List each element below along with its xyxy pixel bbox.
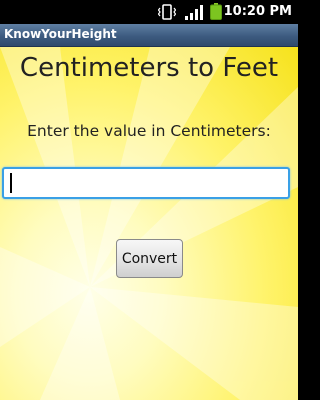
app-title-bar: KnowYourHeight [0,24,298,47]
background-rays [0,47,298,400]
app-title: KnowYourHeight [4,27,117,41]
battery-icon [210,3,222,20]
text-cursor [10,173,12,193]
centimeters-input[interactable] [2,167,290,199]
main-content: Centimeters to Feet Enter the value in C… [0,47,298,400]
phone-screen: 10:20 PM KnowYourHeight Centimeters to F… [0,0,298,400]
vibrate-icon [158,4,176,20]
signal-icon [185,5,203,20]
status-time: 10:20 PM [223,4,292,19]
input-prompt-label: Enter the value in Centimeters: [27,122,271,140]
convert-button[interactable]: Convert [116,239,183,278]
status-bar: 10:20 PM [0,0,298,24]
page-heading: Centimeters to Feet [19,53,279,83]
